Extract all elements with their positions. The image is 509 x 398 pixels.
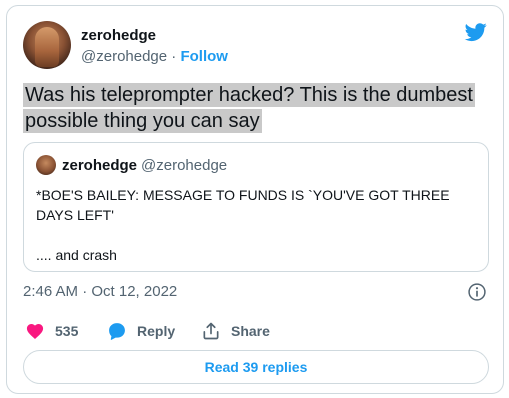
author-handle[interactable]: @zerohedge [81,48,167,65]
quoted-avatar [36,155,56,175]
share-icon [203,322,219,340]
read-replies-button[interactable]: Read 39 replies [23,350,489,384]
reply-bubble-icon [109,323,125,340]
reply-label: Reply [137,323,176,339]
author-name[interactable]: zerohedge [81,27,156,44]
info-icon[interactable] [467,282,487,302]
quoted-text: *BOE'S BAILEY: MESSAGE TO FUNDS IS `YOU'… [36,187,450,263]
separator-dot: · [171,48,177,65]
tweet-card: zerohedge @zerohedge · Follow Was his te… [6,5,504,394]
author-handle-line: @zerohedge · Follow [81,48,228,65]
avatar[interactable] [23,21,71,69]
follow-link[interactable]: Follow [180,48,228,65]
tweet-text: Was his teleprompter hacked? This is the… [23,82,489,134]
like-count: 535 [55,323,79,339]
tweet-timestamp[interactable]: 2:46 AM · Oct 12, 2022 [23,283,177,300]
quoted-tweet[interactable]: zerohedge @zerohedge *BOE'S BAILEY: MESSA… [23,142,489,272]
heart-icon [26,324,44,339]
like-button[interactable]: 535 [25,319,78,343]
share-label: Share [231,323,270,339]
tweet-header: zerohedge @zerohedge · Follow [23,21,489,71]
tweet-actions: 535 Reply Share [23,319,489,343]
reply-button[interactable]: Reply [107,319,175,343]
share-button[interactable]: Share [201,319,270,343]
quoted-author: zerohedge @zerohedge [62,157,227,174]
quoted-author-handle: @zerohedge [141,157,228,174]
tweet-text-highlight: Was his teleprompter hacked? This is the… [23,83,475,133]
twitter-bird-icon[interactable] [463,21,489,43]
quoted-author-name: zerohedge [62,157,138,174]
